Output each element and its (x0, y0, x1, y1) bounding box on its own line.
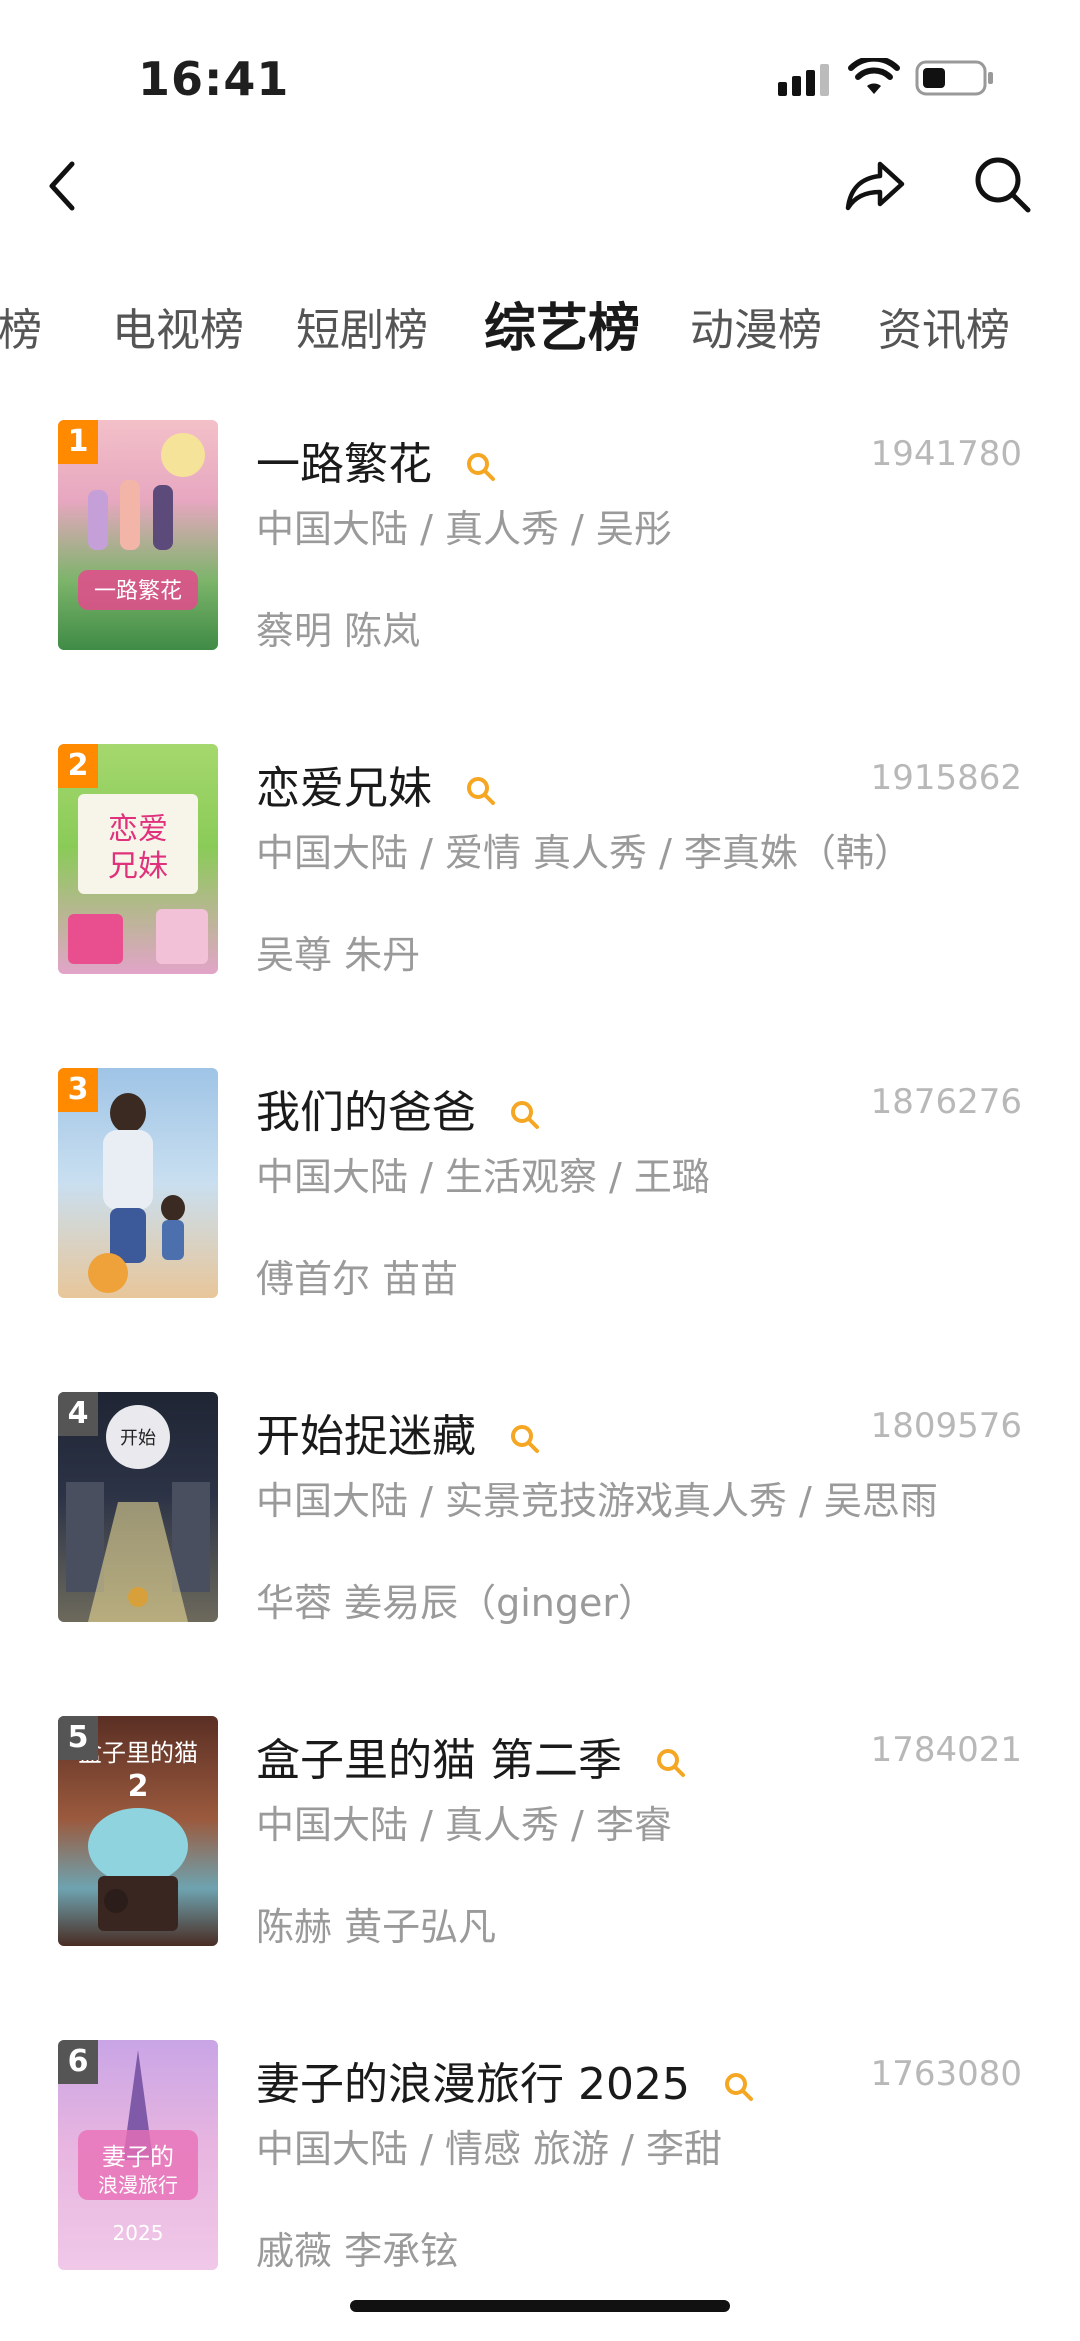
svg-text:妻子的: 妻子的 (102, 2143, 174, 2171)
item-cast: 蔡明 陈岚 (256, 609, 421, 653)
item-cast: 陈赫 黄子弘凡 (256, 1905, 497, 1949)
list-item[interactable]: 一路繁花 1 一路繁花 1941780 中国大陆 / 真人秀 / 吴彤 蔡明 陈… (0, 420, 1080, 660)
list-item[interactable]: 盒子里的猫 2 5 盒子里的猫 第二季 1784021 中国大陆 / 真人秀 /… (0, 1716, 1080, 1956)
item-meta: 中国大陆 / 情感 旅游 / 李甜 (256, 2127, 723, 2171)
search-icon[interactable] (464, 774, 498, 808)
heat-count: 1784021 (870, 1730, 1022, 1770)
rank-badge: 1 (58, 420, 98, 464)
item-title-text: 盒子里的猫 第二季 (256, 1735, 622, 1786)
svg-text:2025: 2025 (113, 2221, 164, 2245)
heat-count: 1876276 (870, 1082, 1022, 1122)
item-meta: 中国大陆 / 真人秀 / 吴彤 (256, 507, 672, 551)
chevron-left-icon[interactable] (42, 156, 82, 216)
svg-text:恋爱: 恋爱 (108, 812, 168, 847)
svg-text:2: 2 (128, 1769, 149, 1804)
list-item[interactable]: 妻子的 浪漫旅行 2025 6 妻子的浪漫旅行 2025 1763080 中国大… (0, 2040, 1080, 2280)
item-cast: 华蓉 姜易辰（ginger） (256, 1581, 656, 1625)
search-icon[interactable] (722, 2070, 756, 2104)
svg-text:浪漫旅行: 浪漫旅行 (98, 2173, 178, 2197)
rank-badge: 2 (58, 744, 98, 788)
status-bar: 16:41 (0, 0, 1080, 150)
search-icon[interactable] (968, 150, 1038, 220)
svg-text:兄妹: 兄妹 (108, 849, 168, 884)
item-title[interactable]: 盒子里的猫 第二季 (256, 1724, 688, 1788)
rank-badge: 3 (58, 1068, 98, 1112)
poster-image: 3 (58, 1068, 218, 1298)
rank-badge: 6 (58, 2040, 98, 2084)
heat-count: 1763080 (870, 2054, 1022, 2094)
item-meta: 中国大陆 / 实景竞技游戏真人秀 / 吴思雨 (256, 1479, 938, 1523)
status-time: 16:41 (138, 52, 290, 106)
item-cast: 傅首尔 苗苗 (256, 1257, 459, 1301)
item-title-text: 我们的爸爸 (256, 1087, 476, 1138)
item-meta: 中国大陆 / 爱情 真人秀 / 李真姝（韩） (256, 831, 913, 875)
tab-partial[interactable]: 榜 (0, 294, 42, 358)
category-tabs: 榜 电视榜 短剧榜 综艺榜 动漫榜 资讯榜 (0, 280, 1080, 370)
home-indicator (350, 2300, 730, 2312)
item-title[interactable]: 开始捉迷藏 (256, 1400, 542, 1464)
item-meta: 中国大陆 / 真人秀 / 李睿 (256, 1803, 672, 1847)
tab-tv[interactable]: 电视榜 (112, 294, 244, 358)
item-title[interactable]: 恋爱兄妹 (256, 752, 498, 816)
share-icon[interactable] (840, 150, 910, 220)
signal-icon (778, 64, 829, 96)
item-title-text: 开始捉迷藏 (256, 1411, 476, 1462)
search-icon[interactable] (508, 1422, 542, 1456)
item-title-text: 恋爱兄妹 (256, 763, 432, 814)
list-item[interactable]: 3 我们的爸爸 1876276 中国大陆 / 生活观察 / 王璐 傅首尔 苗苗 (0, 1068, 1080, 1308)
search-icon[interactable] (508, 1098, 542, 1132)
item-title-text: 一路繁花 (256, 439, 432, 490)
nav-bar (0, 140, 1080, 240)
tab-anime[interactable]: 动漫榜 (690, 294, 822, 358)
search-icon[interactable] (464, 450, 498, 484)
poster-image: 一路繁花 1 (58, 420, 218, 650)
item-title[interactable]: 我们的爸爸 (256, 1076, 542, 1140)
rank-badge: 5 (58, 1716, 98, 1760)
poster-image: 恋爱 兄妹 2 (58, 744, 218, 974)
list-item[interactable]: 开始 4 开始捉迷藏 1809576 中国大陆 / 实景竞技游戏真人秀 / 吴思… (0, 1392, 1080, 1632)
heat-count: 1941780 (870, 434, 1022, 474)
rank-badge: 4 (58, 1392, 98, 1436)
poster-image: 妻子的 浪漫旅行 2025 6 (58, 2040, 218, 2270)
svg-text:一路繁花: 一路繁花 (94, 579, 182, 604)
search-icon[interactable] (654, 1746, 688, 1780)
poster-image: 盒子里的猫 2 5 (58, 1716, 218, 1946)
item-title[interactable]: 一路繁花 (256, 428, 498, 492)
svg-text:开始: 开始 (120, 1428, 156, 1449)
battery-icon (915, 60, 993, 96)
heat-count: 1809576 (870, 1406, 1022, 1446)
item-cast: 戚薇 李承铉 (256, 2229, 459, 2273)
item-title-text: 妻子的浪漫旅行 2025 (256, 2059, 690, 2110)
poster-image: 开始 4 (58, 1392, 218, 1622)
wifi-icon (848, 58, 900, 94)
item-cast: 吴尊 朱丹 (256, 933, 421, 977)
tab-variety[interactable]: 综艺榜 (484, 286, 640, 361)
item-meta: 中国大陆 / 生活观察 / 王璐 (256, 1155, 710, 1199)
tab-news[interactable]: 资讯榜 (878, 294, 1010, 358)
item-title[interactable]: 妻子的浪漫旅行 2025 (256, 2048, 756, 2112)
list-item[interactable]: 恋爱 兄妹 2 恋爱兄妹 1915862 中国大陆 / 爱情 真人秀 / 李真姝… (0, 744, 1080, 984)
tab-short-drama[interactable]: 短剧榜 (296, 294, 428, 358)
heat-count: 1915862 (870, 758, 1022, 798)
